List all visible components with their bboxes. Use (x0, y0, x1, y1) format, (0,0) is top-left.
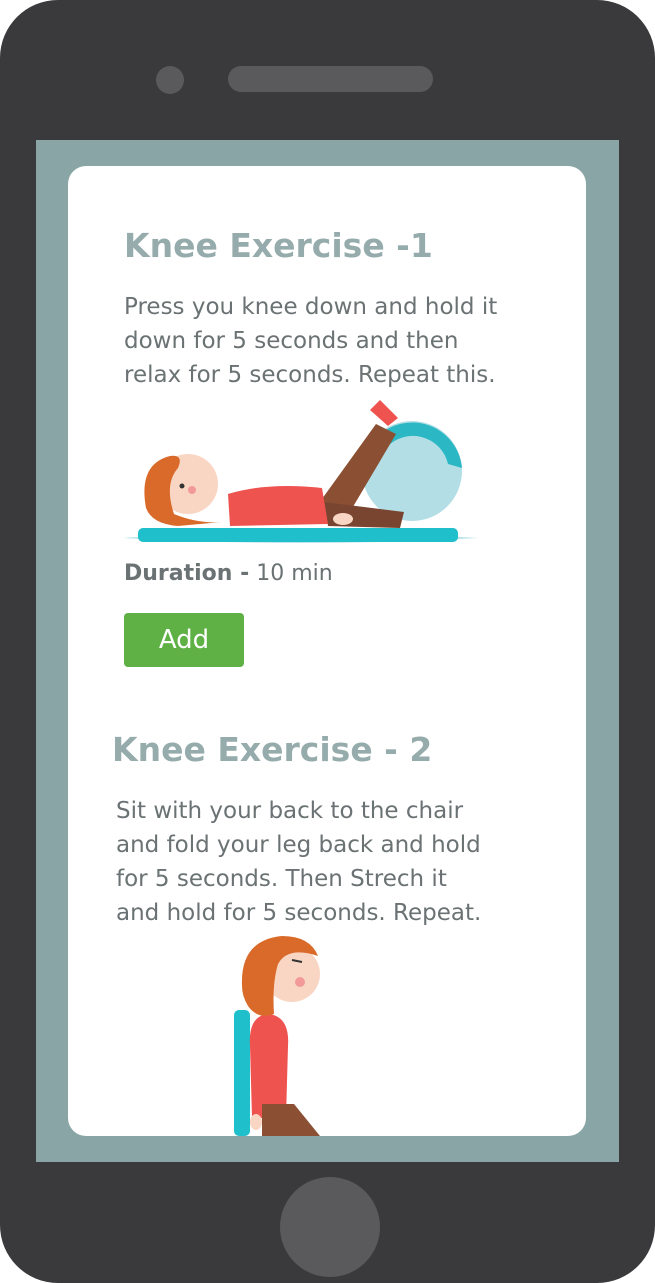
duration-value: 10 min (256, 561, 333, 586)
exercise-1-title: Knee Exercise -1 (124, 226, 433, 265)
exercise-2-description: Sit with your back to the chair and fold… (116, 798, 482, 926)
exercise-1-description: Press you knee down and hold it down for… (124, 294, 498, 388)
speaker-icon (228, 66, 433, 92)
phone-frame: Knee Exercise -1 Press you knee down and… (0, 0, 655, 1283)
exercise-2-illustration (234, 936, 320, 1136)
camera-icon (156, 66, 184, 94)
exercise-1-illustration (122, 400, 478, 543)
home-button-icon[interactable] (280, 1177, 380, 1277)
duration-label: Duration - (124, 561, 250, 586)
app-screen: Knee Exercise -1 Press you knee down and… (36, 140, 619, 1162)
exercise-1-duration: Duration - 10 min (124, 561, 333, 586)
add-exercise-1-button[interactable]: Add (124, 613, 244, 667)
exercise-list-card[interactable]: Knee Exercise -1 Press you knee down and… (68, 166, 586, 1136)
exercise-2-title: Knee Exercise - 2 (112, 730, 433, 769)
